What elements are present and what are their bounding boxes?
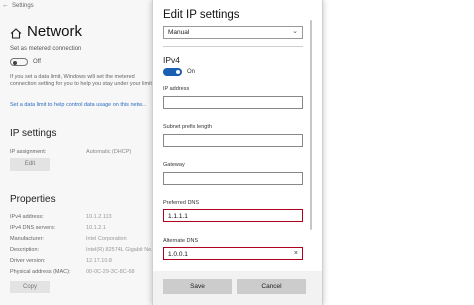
ip-address-label: IP address — [163, 86, 190, 92]
preferred-dns-value: 1.1.1.1 — [168, 212, 188, 220]
property-value: 10.1.2.1 — [86, 225, 106, 231]
divider — [163, 46, 303, 47]
property-value: 00-0C-29-3C-8C-68 — [86, 269, 135, 275]
metered-toggle[interactable] — [10, 58, 28, 66]
toggle-knob — [13, 60, 17, 65]
property-label: Driver version: — [10, 258, 46, 264]
edit-button[interactable]: Edit — [10, 158, 50, 171]
copy-button[interactable]: Copy — [10, 281, 50, 293]
dialog-title: Edit IP settings — [163, 9, 240, 21]
alternate-dns-label: Alternate DNS — [163, 238, 199, 244]
ipv4-heading: IPv4 — [163, 55, 181, 65]
scrollbar-thumb[interactable] — [310, 20, 312, 230]
window-title: Settings — [12, 3, 34, 9]
property-value: 10.1.2.113 — [86, 214, 112, 220]
data-limit-link[interactable]: Set a data limit to help control data us… — [10, 102, 146, 108]
alternate-dns-input[interactable]: 1.0.0.1 × — [163, 247, 303, 260]
metered-label: Set as metered connection — [10, 46, 82, 52]
ip-mode-select[interactable]: Manual ⌄ — [163, 26, 303, 39]
toggle-knob — [176, 70, 180, 74]
preferred-dns-input[interactable]: 1.1.1.1 — [163, 209, 303, 222]
scrollbar[interactable] — [309, 0, 313, 240]
ip-assignment-value: Automatic (DHCP) — [86, 149, 132, 155]
property-label: Manufacturer: — [10, 236, 44, 242]
subnet-prefix-label: Subnet prefix length — [163, 124, 212, 130]
property-label: Physical address (MAC): — [10, 269, 71, 275]
chevron-down-icon: ⌄ — [292, 28, 298, 35]
dialog-button-bar: Save Cancel — [153, 271, 322, 305]
home-icon — [10, 28, 22, 39]
property-label: Description: — [10, 247, 40, 253]
property-label: IPv4 DNS servers: — [10, 225, 56, 231]
gateway-label: Gateway — [163, 162, 185, 168]
data-limit-text: If you set a data limit, Windows will se… — [10, 74, 154, 87]
property-value: Intel(R) 82574L Gigabit Ne... — [86, 247, 156, 253]
save-button[interactable]: Save — [163, 279, 232, 294]
preferred-dns-label: Preferred DNS — [163, 200, 200, 206]
metered-state-label: Off — [33, 59, 41, 65]
property-value: Intel Corporation — [86, 236, 127, 242]
cancel-button[interactable]: Cancel — [237, 279, 306, 294]
ipv4-toggle[interactable] — [163, 68, 182, 76]
ip-assignment-label: IP assignment: — [10, 149, 47, 155]
subnet-prefix-input[interactable] — [163, 134, 303, 147]
window-right-area — [323, 0, 474, 305]
back-arrow-icon[interactable]: ← — [2, 2, 9, 9]
property-label: IPv4 address: — [10, 214, 44, 220]
ip-settings-heading: IP settings — [10, 128, 57, 139]
property-value: 12.17.10.8 — [86, 258, 112, 264]
page-title: Network — [27, 23, 83, 40]
ip-address-input[interactable] — [163, 96, 303, 109]
gateway-input[interactable] — [163, 172, 303, 185]
ip-mode-value: Manual — [168, 29, 190, 36]
ipv4-toggle-label: On — [187, 69, 196, 75]
alternate-dns-value: 1.0.0.1 — [168, 250, 188, 258]
properties-heading: Properties — [10, 194, 56, 205]
edit-ip-dialog: Edit IP settings Manual ⌄ IPv4 On IP add… — [152, 0, 323, 305]
clear-icon[interactable]: × — [294, 250, 298, 257]
